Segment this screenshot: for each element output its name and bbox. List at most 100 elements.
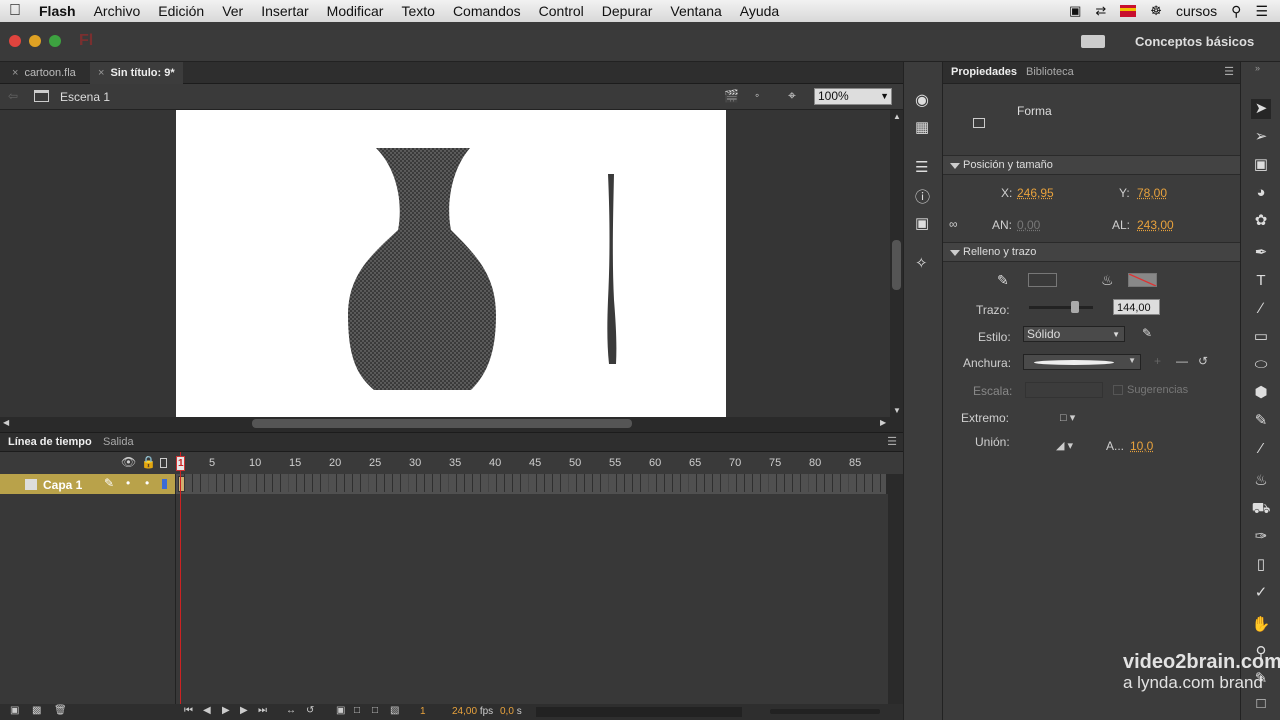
minimize-window-button[interactable]: [29, 35, 41, 47]
eye-icon[interactable]: 👁: [121, 455, 136, 469]
scale-select[interactable]: [1025, 382, 1103, 398]
edit-symbol-icon[interactable]: ◦: [755, 88, 759, 102]
menu-depurar[interactable]: Depurar: [593, 3, 662, 19]
zoom-window-button[interactable]: [49, 35, 61, 47]
join-select[interactable]: ◢ ▾: [1056, 439, 1073, 452]
rectangle-tool-icon[interactable]: ▭: [1251, 327, 1271, 347]
width-profile-select[interactable]: ▼: [1023, 354, 1141, 370]
fps-readout[interactable]: 24,00 fps: [452, 706, 493, 717]
vertical-scrollbar[interactable]: ▲ ▼: [890, 110, 903, 417]
menu-control[interactable]: Control: [530, 3, 593, 19]
eraser-tool-icon[interactable]: ▯: [1251, 555, 1271, 575]
layer-color-swatch[interactable]: [162, 479, 167, 489]
style-select[interactable]: Sólido ▼: [1023, 326, 1125, 342]
list-icon[interactable]: ☰: [1255, 3, 1268, 20]
free-transform-tool-icon[interactable]: ▣: [1251, 155, 1271, 175]
stroke-line-shape[interactable]: [607, 174, 617, 364]
subselection-tool-icon[interactable]: ➢: [1251, 127, 1271, 147]
pen-tool-icon[interactable]: ✒: [1251, 243, 1271, 263]
fill-color-swatch[interactable]: [1128, 273, 1157, 287]
lasso-tool-icon[interactable]: ✿: [1251, 211, 1271, 231]
section-fill-stroke[interactable]: Relleno y trazo: [943, 242, 1240, 262]
go-first-icon[interactable]: ⏮: [184, 705, 193, 716]
close-tab-icon[interactable]: ×: [98, 67, 104, 79]
center-stage-icon[interactable]: ⌖: [788, 87, 796, 104]
stroke-slider[interactable]: [1029, 306, 1093, 309]
menu-ver[interactable]: Ver: [213, 3, 252, 19]
menu-edicion[interactable]: Edición: [149, 3, 213, 19]
scroll-right-icon[interactable]: ▶: [880, 418, 886, 427]
fill-color-tool-icon[interactable]: □: [1251, 694, 1271, 714]
close-window-button[interactable]: [9, 35, 21, 47]
3d-rotation-tool-icon[interactable]: ◕: [1251, 183, 1271, 203]
menu-texto[interactable]: Texto: [392, 3, 443, 19]
new-folder-icon[interactable]: ▩: [32, 705, 41, 716]
scroll-left-icon[interactable]: ◀: [3, 418, 9, 427]
section-position-size[interactable]: Posición y tamaño: [943, 155, 1240, 175]
sync-settings-icon[interactable]: [1081, 35, 1105, 48]
cap-select[interactable]: □ ▾: [1060, 411, 1075, 424]
reset-profile-icon[interactable]: ↺: [1198, 354, 1208, 368]
paint-bucket-tool-icon[interactable]: ♨: [1251, 471, 1271, 491]
spotlight-search-icon[interactable]: ⚲: [1231, 3, 1241, 20]
stroke-size-input[interactable]: 144,00: [1113, 299, 1160, 315]
pencil-tool-icon[interactable]: ✎: [1251, 411, 1271, 431]
timeline-ruler[interactable]: 👁 🔒 1510152025303540455055606570758085: [0, 452, 903, 474]
go-last-icon[interactable]: ⏭: [258, 705, 267, 716]
onion-outline-icon[interactable]: □: [354, 705, 360, 716]
miter-field[interactable]: 10,0: [1130, 439, 1153, 453]
menu-app[interactable]: Flash: [30, 3, 85, 19]
timeline-zoom-slider[interactable]: [770, 709, 880, 714]
scene-label[interactable]: Escena 1: [60, 90, 110, 104]
brush-tool-icon[interactable]: ⁄: [1251, 439, 1271, 459]
flag-icon[interactable]: [1120, 5, 1137, 17]
delete-layer-icon[interactable]: 🗑: [54, 705, 67, 716]
doc-tab-cartoon[interactable]: × cartoon.fla: [4, 62, 84, 84]
hand-tool-icon[interactable]: ✋: [1251, 615, 1271, 635]
edit-scene-icon[interactable]: 🎬: [724, 89, 739, 103]
polystar-tool-icon[interactable]: ⬢: [1251, 383, 1271, 403]
collapse-arrows-icon[interactable]: »: [1255, 63, 1260, 73]
layer-name[interactable]: Capa 1: [43, 478, 82, 492]
swatches-icon[interactable]: ▦: [915, 118, 929, 136]
stroke-slider-thumb[interactable]: [1071, 301, 1079, 313]
scroll-up-icon[interactable]: ▲: [893, 112, 901, 121]
user-name[interactable]: cursos: [1176, 3, 1217, 19]
back-arrow-icon[interactable]: ⇦: [8, 89, 18, 103]
add-profile-icon[interactable]: +: [1154, 354, 1161, 368]
y-field[interactable]: 78,00: [1137, 186, 1167, 200]
center-frame-icon[interactable]: ↔: [286, 705, 296, 716]
layer-header[interactable]: Capa 1 ✎ • •: [0, 474, 175, 494]
stage[interactable]: [176, 110, 726, 417]
scroll-down-icon[interactable]: ▼: [893, 406, 901, 415]
x-field[interactable]: 246,95: [1017, 186, 1054, 200]
width-tool-icon[interactable]: ✓: [1251, 583, 1271, 603]
frame-cells[interactable]: [176, 474, 886, 494]
horizontal-scrollbar[interactable]: ◀ ▶: [0, 417, 903, 430]
eyedropper-tool-icon[interactable]: ✑: [1251, 527, 1271, 547]
outline-icon[interactable]: [160, 458, 167, 468]
menu-ayuda[interactable]: Ayuda: [731, 3, 788, 19]
edit-multiple-icon[interactable]: □: [372, 705, 378, 716]
current-frame-readout[interactable]: 1: [420, 706, 426, 717]
height-field[interactable]: 243,00: [1137, 218, 1174, 232]
edit-stroke-style-icon[interactable]: ✎: [1142, 326, 1152, 340]
menu-insertar[interactable]: Insertar: [252, 3, 317, 19]
line-tool-icon[interactable]: ∕: [1251, 299, 1271, 319]
layer-row[interactable]: Capa 1 ✎ • •: [0, 474, 903, 494]
text-tool-icon[interactable]: T: [1251, 271, 1271, 291]
loop-icon[interactable]: ↺: [306, 705, 314, 716]
tab-output[interactable]: Salida: [103, 436, 134, 448]
tab-timeline[interactable]: Línea de tiempo: [8, 436, 92, 448]
panel-menu-icon[interactable]: ☰: [887, 435, 897, 448]
remove-profile-icon[interactable]: —: [1176, 354, 1188, 368]
stroke-color-swatch[interactable]: [1028, 273, 1057, 287]
menu-modificar[interactable]: Modificar: [318, 3, 393, 19]
timeline-vscroll[interactable]: [888, 494, 903, 704]
menu-archivo[interactable]: Archivo: [85, 3, 150, 19]
visibility-dot[interactable]: •: [126, 476, 130, 490]
workspace-switcher[interactable]: Conceptos básicos: [1135, 34, 1254, 49]
menu-comandos[interactable]: Comandos: [444, 3, 530, 19]
selection-tool-icon[interactable]: ➤: [1251, 99, 1271, 119]
onion-skin-icon[interactable]: ▣: [336, 705, 345, 716]
